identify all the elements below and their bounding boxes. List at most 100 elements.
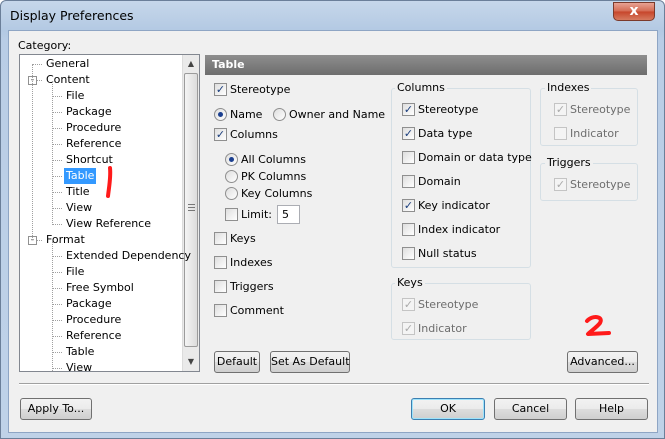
- apply-to-button[interactable]: Apply To...: [20, 398, 92, 420]
- limit-checkbox[interactable]: [225, 208, 238, 221]
- owner-and-name-label: Owner and Name: [289, 108, 386, 121]
- tree-item-procedure[interactable]: Procedure: [64, 312, 123, 328]
- bottom-separator: [19, 383, 649, 385]
- tree-connector: [52, 128, 62, 129]
- columns-group-title: Columns: [395, 81, 447, 94]
- columns-label: Columns: [230, 128, 278, 141]
- tree-item-table[interactable]: Table: [64, 344, 96, 360]
- keys-checkbox[interactable]: [214, 232, 227, 245]
- dialog-window: Display Preferences x Category: ▲ ▼ Gene…: [0, 0, 665, 439]
- owner-and-name-radio[interactable]: [273, 108, 286, 121]
- stereotype-checkbox[interactable]: ✓: [214, 83, 227, 96]
- window-title: Display Preferences: [10, 8, 134, 23]
- columns-stereotype-checkbox[interactable]: ✓: [402, 103, 415, 116]
- key-columns-label: Key Columns: [241, 187, 313, 200]
- help-button[interactable]: Help: [575, 398, 648, 420]
- columns-domain-or-data-type-label: Domain or data type: [418, 151, 532, 164]
- keys-label: Keys: [230, 232, 256, 245]
- tree-connector: [52, 241, 53, 371]
- keys-stereotype-label: Stereotype: [418, 298, 479, 311]
- annotation-mark-2: [585, 315, 611, 336]
- columns-index-indicator-checkbox[interactable]: [402, 223, 415, 236]
- tree-item-view[interactable]: View: [64, 200, 94, 216]
- panel-title: Table: [205, 55, 647, 75]
- tree-item-reference[interactable]: Reference: [64, 328, 123, 344]
- triggers-group-title: Triggers: [545, 156, 593, 169]
- name-radio[interactable]: [214, 108, 227, 121]
- limit-input[interactable]: 5: [277, 205, 300, 224]
- tree-connector: [52, 208, 62, 209]
- cancel-button[interactable]: Cancel: [494, 398, 567, 420]
- tree-item-file[interactable]: File: [64, 264, 86, 280]
- columns-key-indicator-label: Key indicator: [418, 199, 490, 212]
- columns-data-type-checkbox[interactable]: ✓: [402, 127, 415, 140]
- name-radio-label: Name: [230, 108, 263, 121]
- all-columns-radio[interactable]: [225, 153, 238, 166]
- triggers-stereotype-checkbox[interactable]: ✓: [554, 178, 567, 191]
- tree-connector: [52, 96, 62, 97]
- columns-domain-or-data-type-checkbox[interactable]: [402, 151, 415, 164]
- scroll-thumb[interactable]: [184, 73, 198, 347]
- advanced-button[interactable]: Advanced...: [567, 351, 638, 373]
- tree-item-general[interactable]: General: [44, 56, 91, 72]
- tree-item-free-symbol[interactable]: Free Symbol: [64, 280, 136, 296]
- keys-group-title: Keys: [395, 276, 425, 289]
- keys-indicator-checkbox[interactable]: ✓: [402, 322, 415, 335]
- triggers-stereotype-label: Stereotype: [570, 178, 631, 191]
- tree-item-package[interactable]: Package: [64, 296, 114, 312]
- comment-checkbox[interactable]: [214, 304, 227, 317]
- columns-domain-checkbox[interactable]: [402, 175, 415, 188]
- columns-checkbox[interactable]: ✓: [214, 128, 227, 141]
- tree-item-procedure[interactable]: Procedure: [64, 120, 123, 136]
- set-as-default-button[interactable]: Set As Default: [270, 351, 350, 373]
- tree-item-view[interactable]: View: [64, 360, 94, 371]
- tree-item-file[interactable]: File: [64, 88, 86, 104]
- columns-index-indicator-label: Index indicator: [418, 223, 501, 236]
- columns-stereotype-label: Stereotype: [418, 103, 479, 116]
- dialog-client-area: Category: ▲ ▼ General - Content File Package…: [8, 30, 658, 433]
- scroll-down-icon[interactable]: ▼: [183, 353, 199, 370]
- tree-scrollbar[interactable]: ▲ ▼: [182, 55, 199, 371]
- tree-item-reference[interactable]: Reference: [64, 136, 123, 152]
- pk-columns-label: PK Columns: [241, 170, 307, 183]
- tree-connector: [52, 224, 62, 225]
- pk-columns-radio[interactable]: [225, 170, 238, 183]
- indexes-indicator-label: Indicator: [570, 127, 619, 140]
- tree-item-extended-dependency[interactable]: Extended Dependency: [64, 248, 193, 264]
- triggers-label: Triggers: [230, 280, 274, 293]
- tree-connector: [52, 144, 62, 145]
- tree-connector: [52, 112, 62, 113]
- key-columns-radio[interactable]: [225, 187, 238, 200]
- columns-key-indicator-checkbox[interactable]: ✓: [402, 199, 415, 212]
- triggers-checkbox[interactable]: [214, 280, 227, 293]
- tree-connector: [52, 288, 62, 289]
- category-tree[interactable]: ▲ ▼ General - Content File Package Procedure R…: [19, 54, 200, 372]
- tree-connector: [52, 336, 62, 337]
- category-label: Category:: [18, 39, 72, 52]
- tree-connector: [32, 64, 42, 65]
- indexes-checkbox[interactable]: [214, 256, 227, 269]
- columns-null-status-checkbox[interactable]: [402, 247, 415, 260]
- indexes-label: Indexes: [230, 256, 273, 269]
- indexes-indicator-checkbox[interactable]: [554, 127, 567, 140]
- tree-item-package[interactable]: Package: [64, 104, 114, 120]
- scroll-up-icon[interactable]: ▲: [183, 55, 199, 72]
- indexes-stereotype-label: Stereotype: [570, 103, 631, 116]
- tree-item-view-reference[interactable]: View Reference: [64, 216, 153, 232]
- tree-connector: [52, 176, 62, 177]
- tree-connector: [52, 192, 62, 193]
- keys-stereotype-checkbox[interactable]: ✓: [402, 298, 415, 311]
- stereotype-label: Stereotype: [230, 83, 291, 96]
- tree-item-format[interactable]: Format: [44, 232, 87, 248]
- ok-button[interactable]: OK: [411, 398, 485, 420]
- tree-connector: [52, 368, 62, 369]
- indexes-stereotype-checkbox[interactable]: ✓: [554, 103, 567, 116]
- columns-domain-label: Domain: [418, 175, 461, 188]
- tree-item-title[interactable]: Title: [64, 184, 92, 200]
- tree-item-table[interactable]: Table: [64, 168, 97, 184]
- close-button[interactable]: x: [613, 2, 655, 21]
- tree-connector: [32, 64, 33, 240]
- tree-connector: [52, 160, 62, 161]
- tree-connector: [52, 352, 62, 353]
- default-button[interactable]: Default: [214, 351, 260, 373]
